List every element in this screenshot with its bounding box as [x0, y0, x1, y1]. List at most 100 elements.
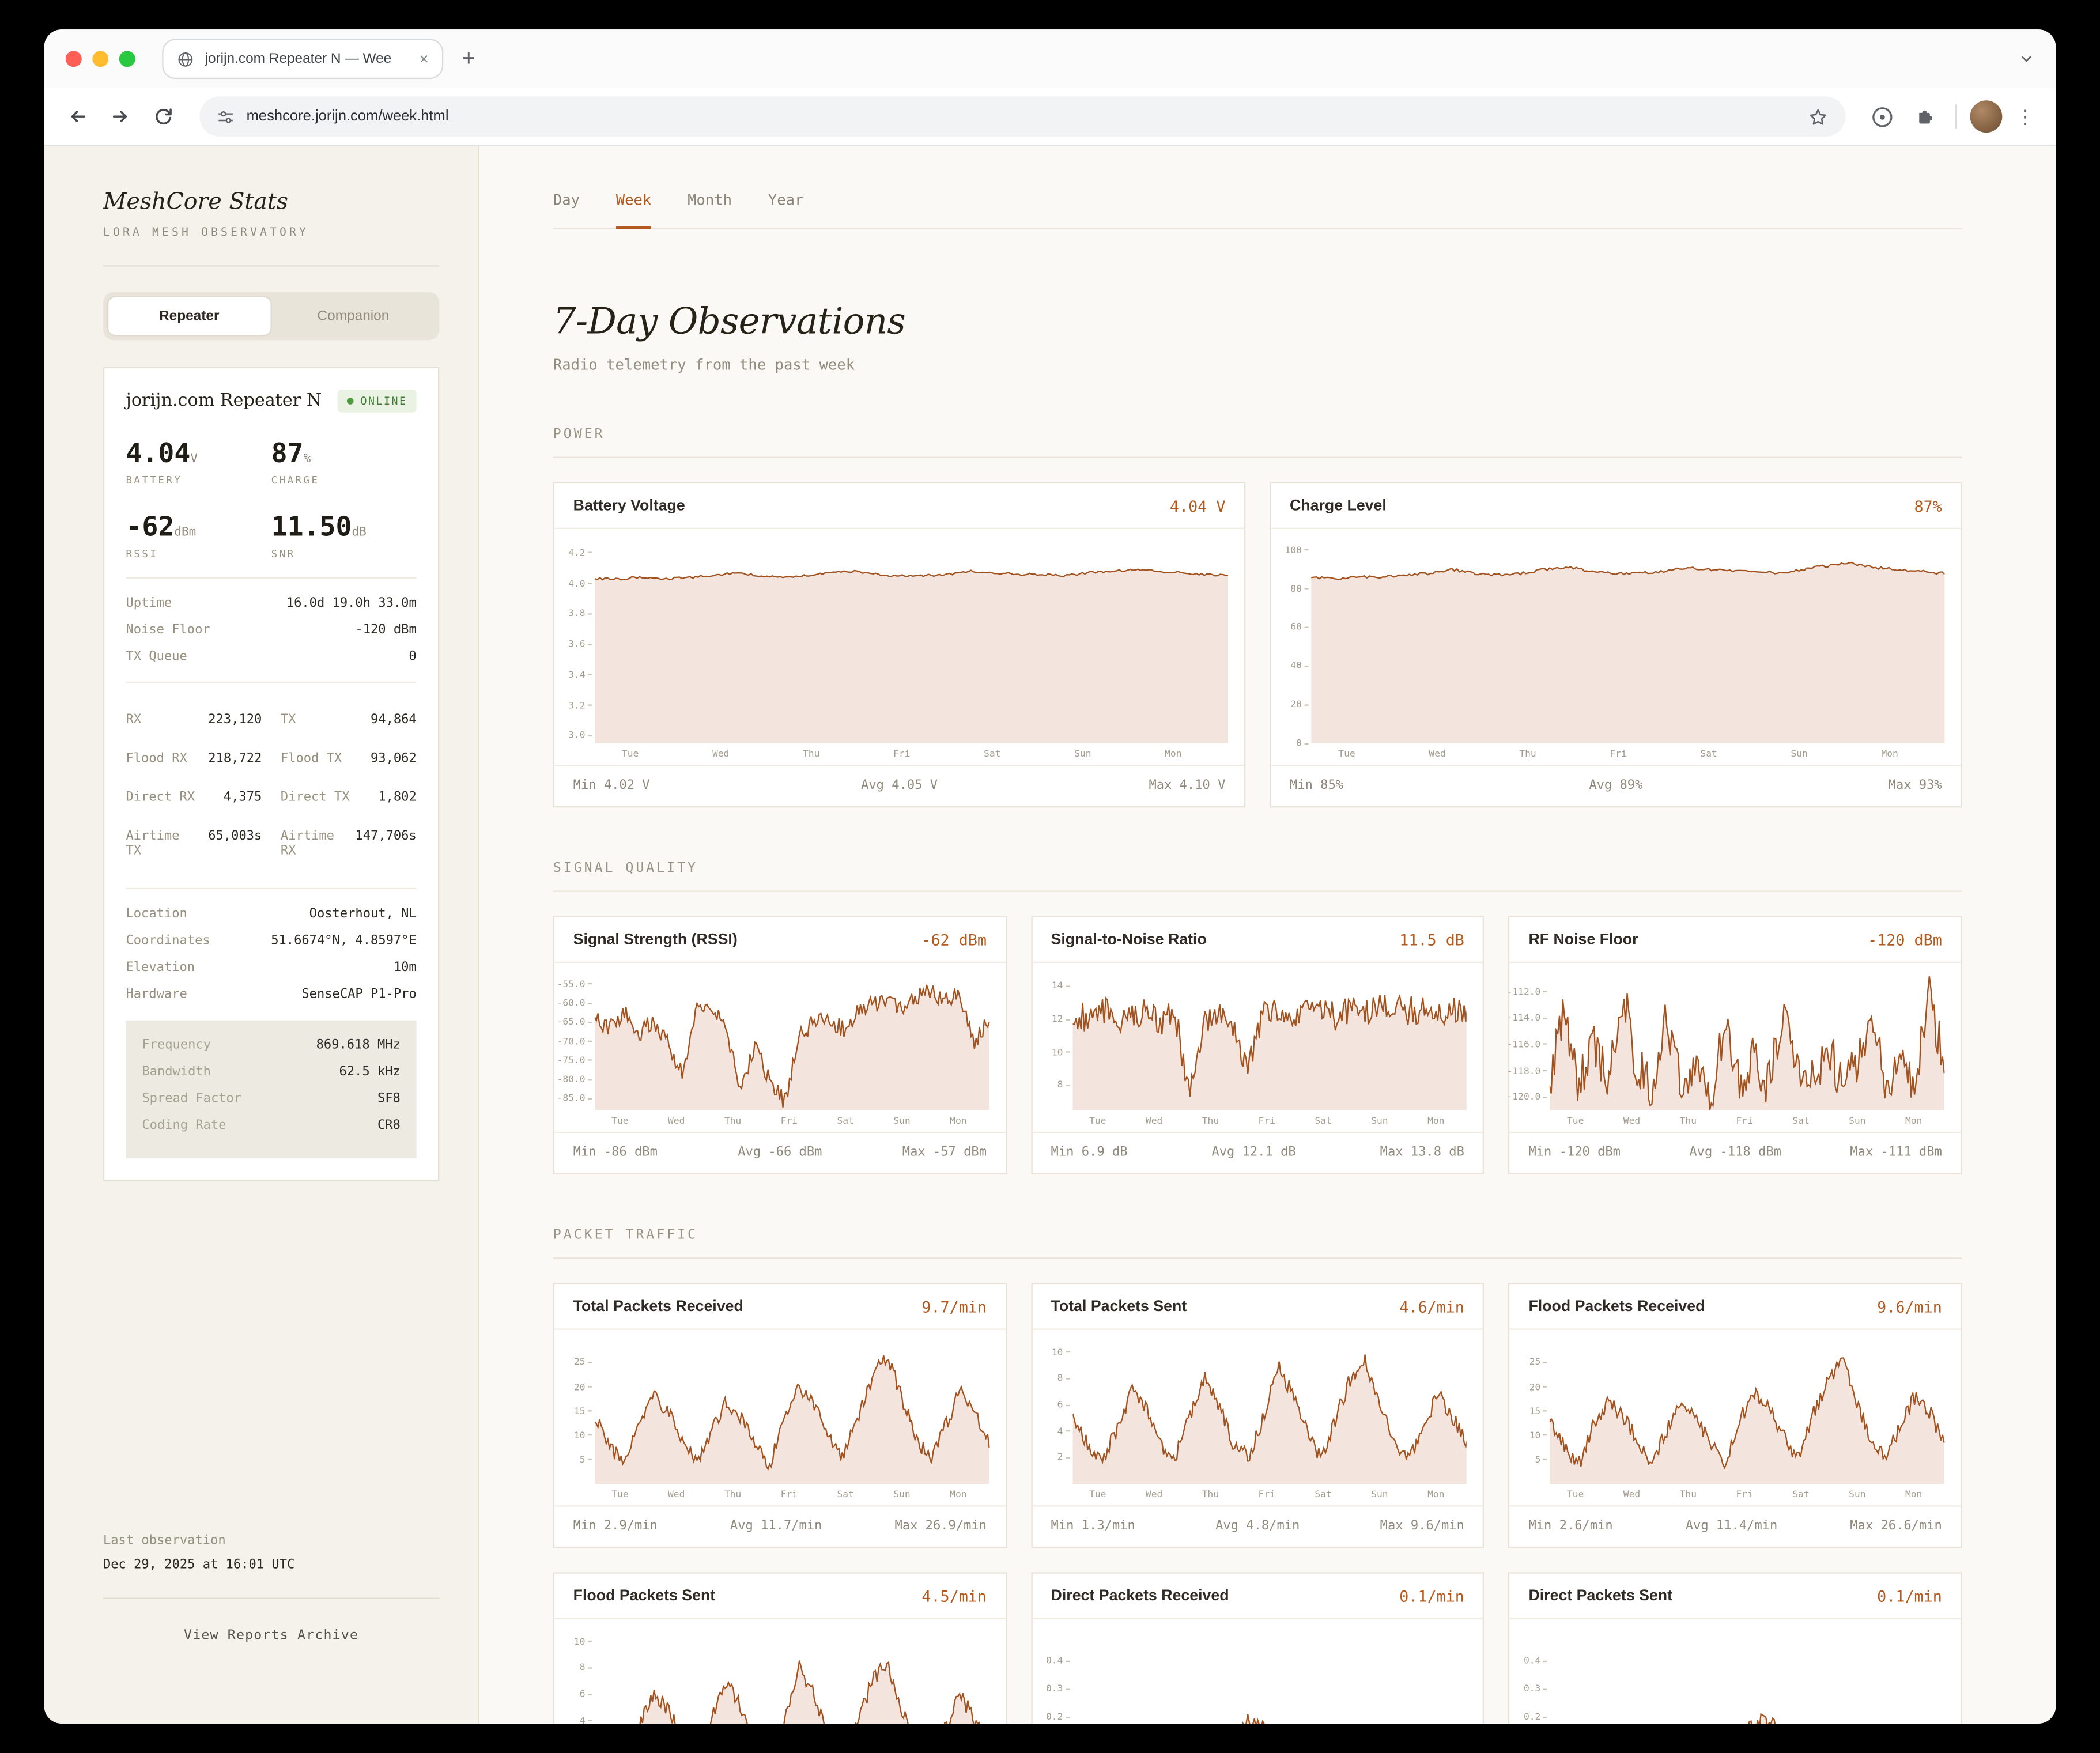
chart-plot — [595, 976, 989, 1110]
chart-card-direct-rx: Direct Packets Received 0.1/min 0.40.30.… — [1031, 1572, 1485, 1724]
x-tick: Sat — [984, 749, 1000, 760]
extensions-puzzle-icon[interactable] — [1907, 99, 1942, 134]
x-tick: Thu — [1680, 1116, 1697, 1127]
chart-current-value: 4.6/min — [1399, 1297, 1464, 1316]
x-tick: Fri — [893, 749, 910, 760]
x-tick: Mon — [1427, 1489, 1444, 1500]
field-value: 4,375 — [224, 790, 262, 805]
y-tick: 0.4 — [1046, 1655, 1070, 1666]
chart-plot — [595, 542, 1228, 743]
main-content: Day Week Month Year 7-Day Observations R… — [479, 146, 2056, 1724]
chart-card-total-rx: Total Packets Received 9.7/min 252015105… — [553, 1283, 1007, 1548]
chart-plot — [595, 1343, 989, 1484]
x-tick: Tue — [1089, 1489, 1106, 1500]
browser-window: jorijn.com Repeater N — Wee × + — [44, 29, 2056, 1724]
section-signal-quality: SIGNAL QUALITY Signal Strength (RSSI) -6… — [553, 861, 1962, 1174]
field-value: 223,120 — [208, 712, 262, 727]
stat-max: Max 4.10 V — [1149, 778, 1225, 793]
back-button[interactable] — [61, 99, 95, 134]
tab-companion[interactable]: Companion — [271, 296, 436, 337]
stat-avg: Avg 12.1 dB — [1211, 1145, 1295, 1160]
y-axis: 100806040200 — [1276, 542, 1311, 743]
chart-title: Battery Voltage — [573, 497, 685, 513]
x-axis: TueWedThuFriSatSunMon — [1550, 1484, 1945, 1505]
kv-row: Airtime RX147,706s — [281, 829, 417, 859]
minimize-window-button[interactable] — [92, 51, 108, 67]
site-settings-icon[interactable] — [217, 108, 234, 125]
kv-row: Coding RateCR8 — [142, 1119, 401, 1134]
kv-row: Frequency869.618 MHz — [142, 1038, 401, 1053]
browser-toolbar: meshcore.jorijn.com/week.html ⋮ — [44, 88, 2056, 146]
chart-title: Direct Packets Received — [1051, 1588, 1229, 1604]
field-value: 1,802 — [378, 790, 416, 805]
new-tab-button[interactable]: + — [462, 46, 475, 72]
page-subtitle: Radio telemetry from the past week — [553, 356, 1962, 373]
mode-toggle: Repeater Companion — [103, 292, 439, 341]
kv-row: Direct RX4,375 — [126, 790, 262, 805]
browser-tab[interactable]: jorijn.com Repeater N — Wee × — [162, 39, 443, 79]
chart-title: Total Packets Sent — [1051, 1298, 1187, 1314]
tab-title: jorijn.com Repeater N — Wee — [205, 51, 409, 67]
kv-row: Flood RX218,722 — [126, 751, 262, 766]
field-label: Airtime TX — [126, 829, 197, 859]
forward-button[interactable] — [103, 99, 138, 134]
stat-min: Min -120 dBm — [1528, 1145, 1621, 1160]
chart-plot — [1550, 1633, 1945, 1724]
x-axis: TueWedThuFriSatSunMon — [1550, 1110, 1945, 1132]
stat-max: Max 93% — [1889, 778, 1942, 793]
reload-button[interactable] — [146, 99, 180, 134]
y-tick: 3.6 — [568, 639, 592, 650]
field-value: 147,706s — [355, 829, 416, 859]
view-archive-link[interactable]: View Reports Archive — [103, 1624, 439, 1644]
x-tick: Mon — [1165, 749, 1181, 760]
stat-min: Min 2.9/min — [573, 1518, 658, 1533]
stat-min: Min 6.9 dB — [1051, 1145, 1128, 1160]
y-tick: -75.0 — [557, 1055, 592, 1066]
field-value: 51.6674°N, 4.8597°E — [271, 934, 417, 949]
tab-day[interactable]: Day — [553, 191, 580, 229]
close-window-button[interactable] — [66, 51, 82, 67]
browser-menu-icon[interactable]: ⋮ — [2010, 105, 2039, 128]
password-manager-icon[interactable] — [1864, 99, 1899, 134]
tab-repeater[interactable]: Repeater — [107, 296, 271, 337]
x-tick: Sat — [1700, 749, 1717, 760]
y-axis: 4.24.03.83.63.43.23.0 — [560, 542, 594, 743]
bookmark-star-icon[interactable] — [1808, 107, 1828, 127]
divider — [126, 577, 416, 579]
url-text[interactable]: meshcore.jorijn.com/week.html — [247, 108, 1796, 124]
stat-snr: 11.50dBSNR — [271, 510, 417, 560]
address-bar[interactable]: meshcore.jorijn.com/week.html — [199, 96, 1845, 137]
y-tick: 12 — [1052, 1014, 1070, 1025]
chart-current-value: 11.5 dB — [1399, 930, 1464, 949]
stat-max: Max 13.8 dB — [1380, 1145, 1464, 1160]
chart-card-flood-tx: Flood Packets Sent 4.5/min 108642 TueWed… — [553, 1572, 1007, 1724]
tab-year[interactable]: Year — [768, 191, 804, 229]
field-label: Spread Factor — [142, 1091, 241, 1106]
stat-avg: Avg -118 dBm — [1689, 1145, 1781, 1160]
stat-avg: Avg 11.7/min — [730, 1518, 822, 1533]
field-label: Noise Floor — [126, 623, 210, 638]
chart-title: Signal Strength (RSSI) — [573, 931, 738, 947]
kv-row: TX94,864 — [281, 712, 417, 727]
field-label: Direct TX — [281, 790, 350, 805]
chart-title: Signal-to-Noise Ratio — [1051, 931, 1207, 947]
x-tick: Sat — [1792, 1116, 1809, 1127]
y-tick: 5 — [580, 1454, 592, 1465]
stat-avg: Avg 11.4/min — [1686, 1518, 1778, 1533]
y-tick: 2 — [1057, 1452, 1070, 1463]
zoom-window-button[interactable] — [119, 51, 135, 67]
tab-month[interactable]: Month — [688, 191, 732, 229]
stat-max: Max 26.9/min — [894, 1518, 987, 1533]
field-value: SF8 — [377, 1091, 401, 1106]
profile-avatar[interactable] — [1970, 100, 2003, 133]
tab-week[interactable]: Week — [616, 191, 652, 229]
y-axis: 1412108 — [1037, 976, 1072, 1110]
x-tick: Tue — [1338, 749, 1355, 760]
close-tab-icon[interactable]: × — [419, 51, 428, 67]
status-text: ONLINE — [360, 395, 407, 407]
stat-max: Max 9.6/min — [1380, 1518, 1464, 1533]
stat-min: Min 85% — [1290, 778, 1343, 793]
period-tabs: Day Week Month Year — [553, 191, 1962, 229]
chart-plot — [595, 1633, 989, 1724]
tab-search-chevron-icon[interactable] — [2018, 51, 2034, 67]
